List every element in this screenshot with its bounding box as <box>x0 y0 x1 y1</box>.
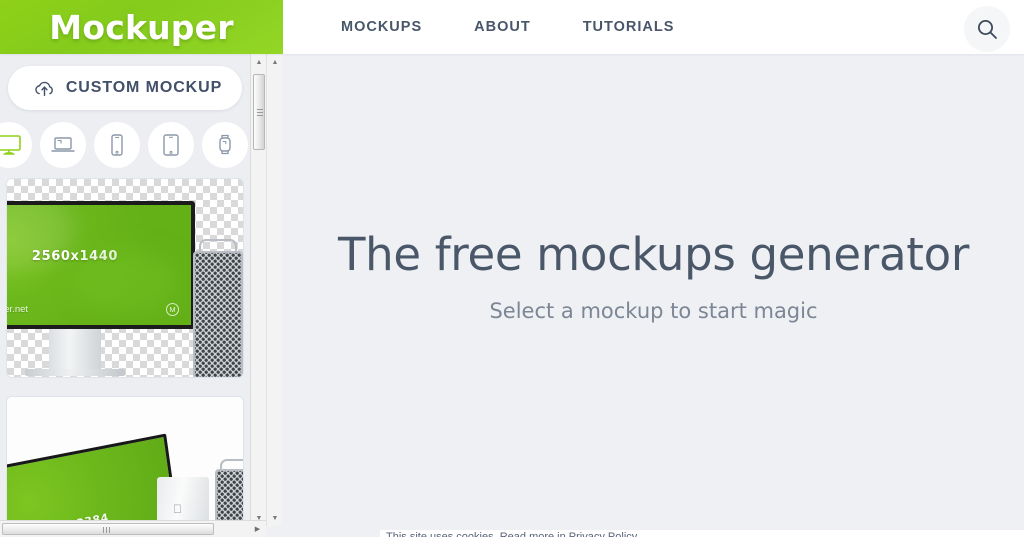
logo-text: Mockuper <box>49 7 234 47</box>
device-filter-smartwatch[interactable] <box>202 122 248 168</box>
mac-mini-box:  <box>157 477 209 525</box>
scroll-thumb-inner[interactable] <box>253 74 265 150</box>
mockup-thumbnail-2[interactable]: 6016x3384  <box>6 396 244 537</box>
scroll-track-outer[interactable] <box>267 70 283 510</box>
desktop-monitor-icon <box>0 135 21 155</box>
smartwatch-icon <box>219 134 231 155</box>
logo[interactable]: Mockuper <box>0 0 283 54</box>
cookie-notice-text: This site uses cookies. Read more in Pri… <box>386 531 638 537</box>
mockup-resolution-label: 2560x1440 <box>31 249 119 264</box>
tower-body <box>193 251 243 377</box>
apple-logo-icon:  <box>173 503 183 515</box>
monitor-screen: 2560x1440 Mockuper.net M <box>6 201 195 329</box>
device-filter-row <box>0 110 250 178</box>
scroll-right-arrow[interactable]: ▶ <box>249 521 266 537</box>
search-button[interactable] <box>964 6 1010 52</box>
app-root: Mockuper MOCKUPS ABOUT TUTORIALS CUSTOM … <box>0 0 1024 537</box>
laptop-icon <box>51 137 75 152</box>
mockup-thumbnail-list: 2560x1440 Mockuper.net M 60 <box>0 178 250 537</box>
sidebar-scrollbar-outer[interactable]: ▲ ▼ <box>266 54 282 526</box>
cloud-upload-icon <box>34 80 55 97</box>
custom-mockup-label: CUSTOM MOCKUP <box>65 79 223 96</box>
page-title: The free mockups generator <box>337 228 970 281</box>
mac-pro-tower <box>193 239 243 377</box>
sidebar-scrollbar-inner[interactable]: ▲ ▼ <box>250 54 266 526</box>
monitor-stand-base <box>25 369 125 376</box>
tablet-icon <box>163 134 179 156</box>
phone-icon <box>111 134 123 156</box>
search-icon <box>978 20 997 39</box>
nav-item-mockups[interactable]: MOCKUPS <box>315 19 448 35</box>
mockup-watermark-badge: M <box>166 303 179 316</box>
nav-item-about[interactable]: ABOUT <box>448 19 557 35</box>
monitor-mockup: 2560x1440 Mockuper.net M <box>6 201 195 376</box>
page-subtitle: Select a mockup to start magic <box>489 299 818 323</box>
mockup-sidebar: CUSTOM MOCKUP 2560x1440 er.net M <box>0 54 250 537</box>
main-navigation: MOCKUPS ABOUT TUTORIALS <box>283 0 964 54</box>
device-filter-tablet[interactable] <box>148 122 194 168</box>
sidebar-horizontal-scrollbar[interactable]: ▶ <box>0 520 266 537</box>
site-header: Mockuper MOCKUPS ABOUT TUTORIALS <box>0 0 1024 54</box>
mockup-watermark: Mockuper.net <box>6 304 29 315</box>
hero-section: The free mockups generator Select a mock… <box>338 228 969 323</box>
monitor-stand-neck <box>49 329 101 369</box>
main-content: The free mockups generator Select a mock… <box>283 54 1024 537</box>
device-filter-phone[interactable] <box>94 122 140 168</box>
scroll-up-arrow-outer[interactable]: ▲ <box>267 54 283 70</box>
mockup-thumbnail-1[interactable]: 2560x1440 Mockuper.net M <box>6 178 244 378</box>
scroll-track-inner[interactable] <box>251 70 267 510</box>
device-filter-desktop-monitor[interactable] <box>0 122 32 168</box>
scroll-up-arrow-inner[interactable]: ▲ <box>251 54 267 70</box>
horizontal-scroll-thumb[interactable] <box>2 523 214 535</box>
cookie-notice: This site uses cookies. Read more in Pri… <box>380 530 1024 537</box>
custom-mockup-button[interactable]: CUSTOM MOCKUP <box>8 66 242 110</box>
scroll-down-arrow-outer[interactable]: ▼ <box>267 510 283 526</box>
nav-item-tutorials[interactable]: TUTORIALS <box>557 19 701 35</box>
device-filter-laptop[interactable] <box>40 122 86 168</box>
